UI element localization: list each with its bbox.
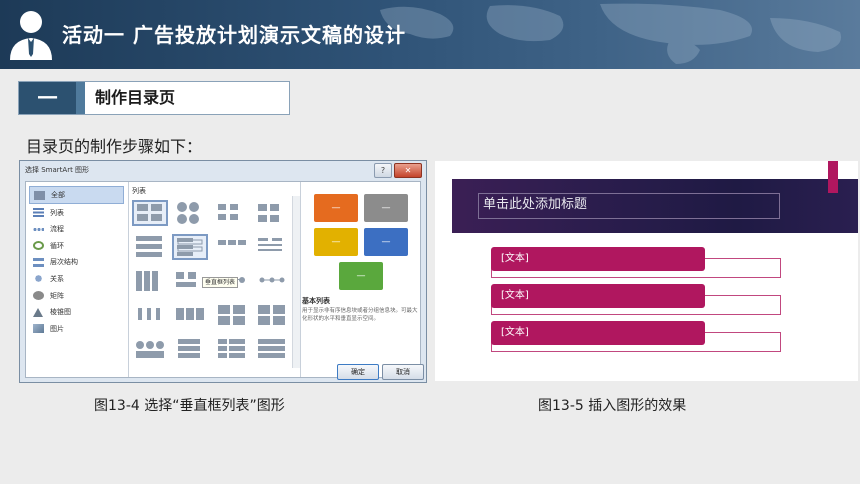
matrix-icon — [33, 291, 44, 301]
layout-thumb-dot-list[interactable] — [254, 268, 290, 294]
slide-preview: 单击此处添加标题 [文本] [文本] [文本] — [435, 161, 858, 381]
section-number: 一 — [19, 82, 85, 114]
preview-box-green: — — [339, 262, 383, 290]
preview-box-orange: — — [314, 194, 358, 222]
category-cycle[interactable]: 循环 — [29, 238, 124, 254]
gallery-label: 列表 — [132, 187, 146, 195]
gallery-scrollbar[interactable] — [292, 196, 300, 368]
caption-left: 图13-4 选择“垂直框列表”图形 — [94, 398, 285, 414]
section-label: 制作目录页 — [95, 88, 176, 107]
layout-thumb-labeled-rows[interactable] — [214, 336, 250, 362]
category-relationship[interactable]: 关系 — [29, 271, 124, 287]
divider — [300, 182, 301, 377]
preview-box-yellow: — — [314, 228, 358, 256]
dialog-body: 全部 列表 流程 循环 层次结构 关系 矩阵 棱锥图 图片 列表 垂直框列表 —… — [25, 181, 421, 378]
picture-icon — [33, 324, 44, 334]
pyramid-icon — [33, 307, 43, 317]
grid-icon — [34, 190, 45, 200]
list-item-text[interactable]: [文本] — [491, 284, 705, 308]
layout-thumb-circle-row[interactable] — [132, 336, 168, 362]
hierarchy-icon — [33, 257, 44, 267]
help-button[interactable]: ? — [374, 163, 392, 178]
ok-button[interactable]: 确定 — [337, 364, 379, 380]
layout-thumb-list-rows[interactable] — [172, 336, 208, 362]
category-picture[interactable]: 图片 — [29, 321, 124, 337]
slide-title-placeholder[interactable]: 单击此处添加标题 — [478, 193, 780, 219]
cancel-button[interactable]: 取消 — [382, 364, 424, 380]
layout-tooltip: 垂直框列表 — [202, 277, 239, 288]
preview-box-gray: — — [364, 194, 408, 222]
layout-thumb-table-list[interactable] — [132, 268, 168, 294]
category-all[interactable]: 全部 — [29, 186, 124, 204]
layout-thumb-block-grid[interactable] — [172, 302, 208, 328]
layout-thumb-vertical-box-list[interactable] — [172, 234, 208, 260]
layout-thumb-lined-list[interactable] — [214, 200, 250, 226]
layout-thumb-pin-list[interactable] — [132, 302, 168, 328]
preview-title: 基本列表 — [302, 297, 330, 305]
layout-thumb-vertical-bullet[interactable] — [132, 234, 168, 260]
list-item-text[interactable]: [文本] — [491, 247, 705, 271]
world-map-icon — [380, 3, 842, 64]
layout-thumb-hexagon[interactable] — [172, 200, 208, 226]
accent-tab — [828, 161, 838, 193]
category-pyramid[interactable]: 棱锥图 — [29, 304, 124, 320]
layout-thumb-basic-block-list[interactable] — [132, 200, 168, 226]
cycle-icon — [33, 241, 44, 251]
layout-thumb-box-rows[interactable] — [254, 336, 290, 362]
header-banner: 活动一 广告投放计划演示文稿的设计 — [0, 0, 860, 69]
layout-thumb-stacked-list[interactable] — [254, 234, 290, 260]
list-icon — [33, 208, 44, 218]
divider — [128, 182, 129, 377]
process-icon — [33, 224, 44, 234]
layout-thumb-trapezoid[interactable] — [254, 200, 290, 226]
category-matrix[interactable]: 矩阵 — [29, 288, 124, 304]
close-button[interactable]: ✕ — [394, 163, 422, 178]
slide-title-bar: 单击此处添加标题 — [452, 161, 858, 233]
layout-thumb-square-grid[interactable] — [214, 302, 250, 328]
category-list: 全部 列表 流程 循环 层次结构 关系 矩阵 棱锥图 图片 — [29, 186, 124, 337]
category-list-item[interactable]: 列表 — [29, 205, 124, 221]
preview-box-blue: — — [364, 228, 408, 256]
layout-thumb-tile-grid[interactable] — [254, 302, 290, 328]
layout-thumb-horizontal-list[interactable] — [214, 234, 250, 260]
list-item-text[interactable]: [文本] — [491, 321, 705, 345]
dialog-title: 选择 SmartArt 图形 — [25, 166, 90, 174]
section-header: 一 制作目录页 — [18, 81, 290, 115]
category-hierarchy[interactable]: 层次结构 — [29, 254, 124, 270]
relationship-icon — [33, 274, 44, 284]
category-process[interactable]: 流程 — [29, 221, 124, 237]
layout-preview: — — — — — 基本列表 用于显示非有序信息块或者分组信息块。可最大化形状的… — [302, 186, 418, 374]
intro-text: 目录页的制作步骤如下： — [26, 137, 203, 156]
page-title: 活动一 广告投放计划演示文稿的设计 — [62, 23, 406, 47]
smartart-dialog: 选择 SmartArt 图形 ? ✕ 全部 列表 流程 循环 层次结构 关系 矩… — [19, 160, 427, 383]
businessman-avatar-icon — [10, 11, 52, 60]
caption-right: 图13-5 插入图形的效果 — [538, 398, 687, 414]
preview-description: 用于显示非有序信息块或者分组信息块。可最大化形状的水平和垂直显示空间。 — [302, 308, 418, 322]
